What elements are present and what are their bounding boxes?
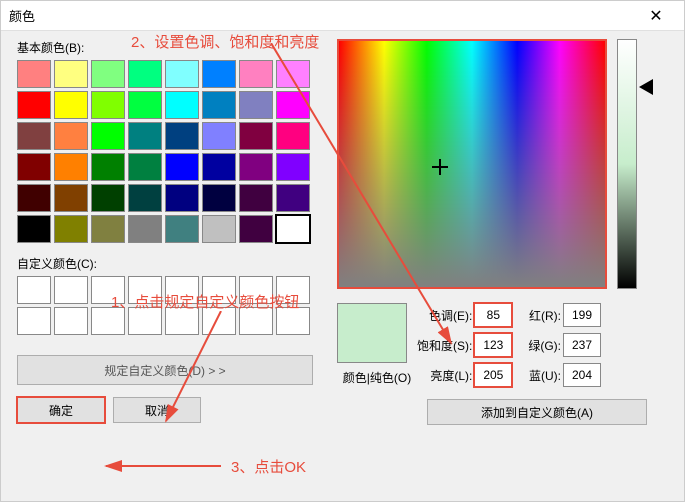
basic-swatch[interactable] <box>128 122 162 150</box>
annotation-step1: 1、点击规定自定义颜色按钮 <box>111 291 299 312</box>
basic-swatch[interactable] <box>128 184 162 212</box>
close-icon: ✕ <box>649 6 662 26</box>
basic-swatch[interactable] <box>202 60 236 88</box>
basic-swatch[interactable] <box>276 215 310 243</box>
sat-input[interactable] <box>474 333 512 357</box>
basic-swatch[interactable] <box>202 153 236 181</box>
basic-swatch[interactable] <box>202 122 236 150</box>
basic-swatch[interactable] <box>165 153 199 181</box>
basic-swatch[interactable] <box>202 91 236 119</box>
basic-swatch[interactable] <box>239 215 273 243</box>
basic-swatch[interactable] <box>165 91 199 119</box>
window-title: 颜色 <box>9 6 636 25</box>
basic-swatch[interactable] <box>91 184 125 212</box>
basic-swatch[interactable] <box>91 60 125 88</box>
basic-swatch[interactable] <box>165 122 199 150</box>
basic-swatch[interactable] <box>91 91 125 119</box>
basic-swatch[interactable] <box>239 122 273 150</box>
basic-swatch[interactable] <box>128 60 162 88</box>
sat-label: 饱和度(S): <box>417 337 472 354</box>
basic-swatch[interactable] <box>54 184 88 212</box>
lum-label: 亮度(L): <box>430 367 472 384</box>
basic-swatch[interactable] <box>202 184 236 212</box>
ok-button[interactable]: 确定 <box>17 397 105 423</box>
basic-swatch[interactable] <box>91 153 125 181</box>
basic-swatch[interactable] <box>165 215 199 243</box>
basic-swatch[interactable] <box>54 122 88 150</box>
basic-swatch[interactable] <box>54 215 88 243</box>
basic-swatch[interactable] <box>17 91 51 119</box>
add-to-custom-button[interactable]: 添加到自定义颜色(A) <box>427 399 647 425</box>
basic-swatch[interactable] <box>165 184 199 212</box>
annotation-step2: 2、设置色调、饱和度和亮度 <box>131 31 319 52</box>
basic-swatch[interactable] <box>239 184 273 212</box>
basic-swatch[interactable] <box>276 122 310 150</box>
basic-swatch[interactable] <box>91 122 125 150</box>
custom-swatch[interactable] <box>54 276 88 304</box>
luminance-slider[interactable] <box>617 39 637 289</box>
custom-colors-label: 自定义颜色(C): <box>17 255 327 272</box>
basic-swatch[interactable] <box>91 215 125 243</box>
custom-swatch[interactable] <box>17 276 51 304</box>
lum-input[interactable] <box>474 363 512 387</box>
green-input[interactable] <box>563 333 601 357</box>
blue-input[interactable] <box>563 363 601 387</box>
red-label: 红(R): <box>529 307 561 324</box>
basic-swatch[interactable] <box>17 184 51 212</box>
basic-swatch[interactable] <box>128 215 162 243</box>
color-gradient-picker[interactable] <box>337 39 607 289</box>
custom-swatch[interactable] <box>54 307 88 335</box>
titlebar: 颜色 ✕ <box>1 1 684 31</box>
green-label: 绿(G): <box>528 337 561 354</box>
blue-label: 蓝(U): <box>529 367 561 384</box>
basic-swatch[interactable] <box>54 60 88 88</box>
annotation-step3: 3、点击OK <box>231 456 306 477</box>
luminance-arrow-icon <box>639 79 653 95</box>
basic-swatch[interactable] <box>17 215 51 243</box>
basic-swatch[interactable] <box>128 153 162 181</box>
basic-swatch[interactable] <box>17 60 51 88</box>
basic-swatch[interactable] <box>239 60 273 88</box>
basic-swatch[interactable] <box>276 60 310 88</box>
cancel-button[interactable]: 取消 <box>113 397 201 423</box>
basic-swatch[interactable] <box>202 215 236 243</box>
red-input[interactable] <box>563 303 601 327</box>
basic-swatch[interactable] <box>276 153 310 181</box>
basic-swatch[interactable] <box>128 91 162 119</box>
basic-swatch[interactable] <box>17 122 51 150</box>
basic-swatch[interactable] <box>17 153 51 181</box>
preview-label: 颜色|纯色(O) <box>337 369 417 386</box>
basic-swatch[interactable] <box>54 153 88 181</box>
basic-swatch[interactable] <box>276 91 310 119</box>
color-preview <box>337 303 407 363</box>
basic-swatch[interactable] <box>239 91 273 119</box>
basic-swatch[interactable] <box>239 153 273 181</box>
hue-label: 色调(E): <box>429 307 472 324</box>
close-button[interactable]: ✕ <box>636 2 676 30</box>
crosshair-icon <box>434 161 446 173</box>
hue-input[interactable] <box>474 303 512 327</box>
basic-colors-grid <box>17 60 327 243</box>
basic-swatch[interactable] <box>165 60 199 88</box>
custom-swatch[interactable] <box>17 307 51 335</box>
basic-swatch[interactable] <box>276 184 310 212</box>
define-custom-button[interactable]: 规定自定义颜色(D) > > <box>17 355 313 385</box>
basic-swatch[interactable] <box>54 91 88 119</box>
